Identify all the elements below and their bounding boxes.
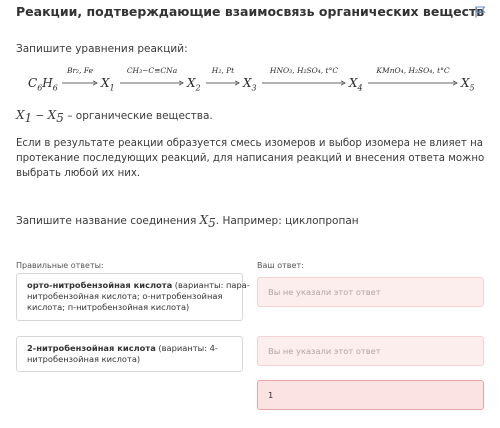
answer-input-3[interactable]: 1 xyxy=(257,380,484,410)
scheme-condition-2: CH₃−C≡CNa xyxy=(126,66,178,75)
scheme-x3: X3 xyxy=(243,76,257,93)
scheme-condition-1: Br₂, Fe xyxy=(66,66,94,75)
report-flag-icon[interactable] xyxy=(475,6,486,18)
scheme-arrow-5 xyxy=(368,80,458,86)
scheme-arrow-4 xyxy=(262,80,346,86)
scheme-start-benzene: C6H6 xyxy=(28,76,58,93)
correct-answer-2: 2-нитробензойная кислота (варианты: 4- н… xyxy=(16,336,243,372)
isomer-note-paragraph: Если в результате реакции образуется сме… xyxy=(16,138,485,179)
scheme-arrow-3 xyxy=(206,80,240,86)
answer-input-2[interactable]: Вы не указали этот ответ xyxy=(257,336,484,366)
scheme-x1: X1 xyxy=(101,76,115,93)
page-title: Реакции, подтверждающие взаимосвязь орга… xyxy=(16,4,485,19)
scheme-condition-3: H₂, Pt xyxy=(211,66,235,75)
correct-answer-1: орто-нитробензойная кислота (варианты: п… xyxy=(16,273,250,321)
reaction-scheme: C6H6 Br₂, Fe X1 CH₃−C≡CNa X2 H₂, Pt X3 H… xyxy=(16,64,486,94)
task-page: Реакции, подтверждающие взаимосвязь орга… xyxy=(0,0,500,428)
task-header: Реакции, подтверждающие взаимосвязь орга… xyxy=(16,4,486,24)
scheme-x5: X5 xyxy=(461,76,475,93)
scheme-x2: X2 xyxy=(187,76,201,93)
question-text: Запишите название соединения X5. Наприме… xyxy=(16,213,359,231)
correct-answers-label: Правильные ответы: xyxy=(16,261,104,270)
answer-input-1[interactable]: Вы не указали этот ответ xyxy=(257,277,484,307)
substances-note: X1 − X5 – органические вещества. xyxy=(16,108,213,126)
scheme-condition-4: HNO₃, H₂SO₄, t°C xyxy=(269,66,339,75)
scheme-x4: X4 xyxy=(349,76,363,93)
your-answer-label: Ваш ответ: xyxy=(257,261,304,270)
scheme-arrow-2 xyxy=(120,80,184,86)
scheme-arrow-1 xyxy=(62,80,98,86)
scheme-condition-5: KMnO₄, H₂SO₄, t°C xyxy=(376,66,450,75)
task-instruction: Запишите уравнения реакций: xyxy=(16,43,188,55)
